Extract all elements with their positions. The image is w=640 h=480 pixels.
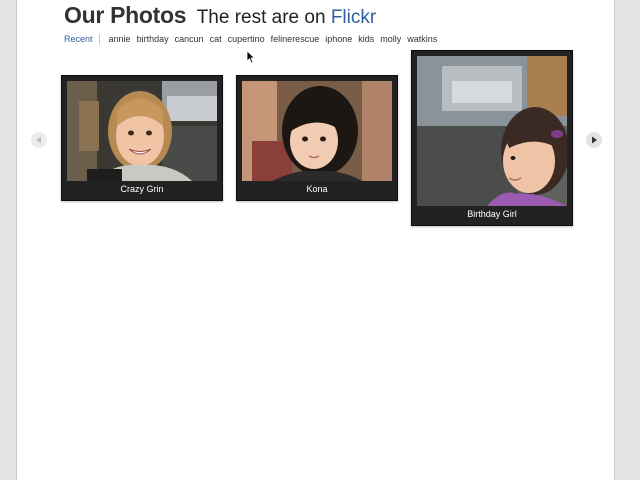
photo-caption: Kona (306, 184, 328, 194)
tag-item[interactable]: cupertino (228, 34, 265, 44)
tag-item[interactable]: annie (109, 34, 131, 44)
photo-card[interactable]: Birthday Girl (411, 50, 573, 226)
photo-caption: Crazy Grin (120, 184, 164, 194)
tag-item[interactable]: molly (380, 34, 401, 44)
tag-item[interactable]: watkins (407, 34, 437, 44)
page-subtitle: The rest are on Flickr (197, 7, 377, 28)
tag-item[interactable]: cat (210, 34, 222, 44)
tag-nav: Recent annie birthday cancun cat cuperti… (64, 34, 443, 44)
subtitle-text: The rest are on (196, 7, 326, 28)
tag-item[interactable]: iphone (325, 34, 352, 44)
photo-thumbnail (242, 81, 392, 181)
photo-thumbnail (67, 81, 217, 181)
arrow-right-icon (592, 136, 597, 144)
page-content: Our Photos The rest are on Flickr Recent… (16, 0, 615, 480)
page-title: Our Photos (64, 2, 187, 28)
photo-thumbnail (417, 56, 567, 206)
photo-caption: Birthday Girl (467, 209, 517, 219)
tag-item[interactable]: kids (358, 34, 374, 44)
tag-recent[interactable]: Recent (64, 34, 100, 44)
carousel-prev-button[interactable] (31, 132, 47, 148)
page-header: Our Photos The rest are on Flickr (64, 2, 376, 29)
photo-card[interactable]: Crazy Grin (61, 75, 223, 201)
mouse-pointer-icon (247, 51, 256, 64)
flickr-link[interactable]: Flickr (331, 7, 376, 28)
photo-card[interactable]: Kona (236, 75, 398, 201)
tag-item[interactable]: birthday (137, 34, 169, 44)
tag-item[interactable]: cancun (175, 34, 204, 44)
arrow-left-icon (36, 136, 41, 144)
tag-item[interactable]: felinerescue (271, 34, 320, 44)
carousel-next-button[interactable] (586, 132, 602, 148)
